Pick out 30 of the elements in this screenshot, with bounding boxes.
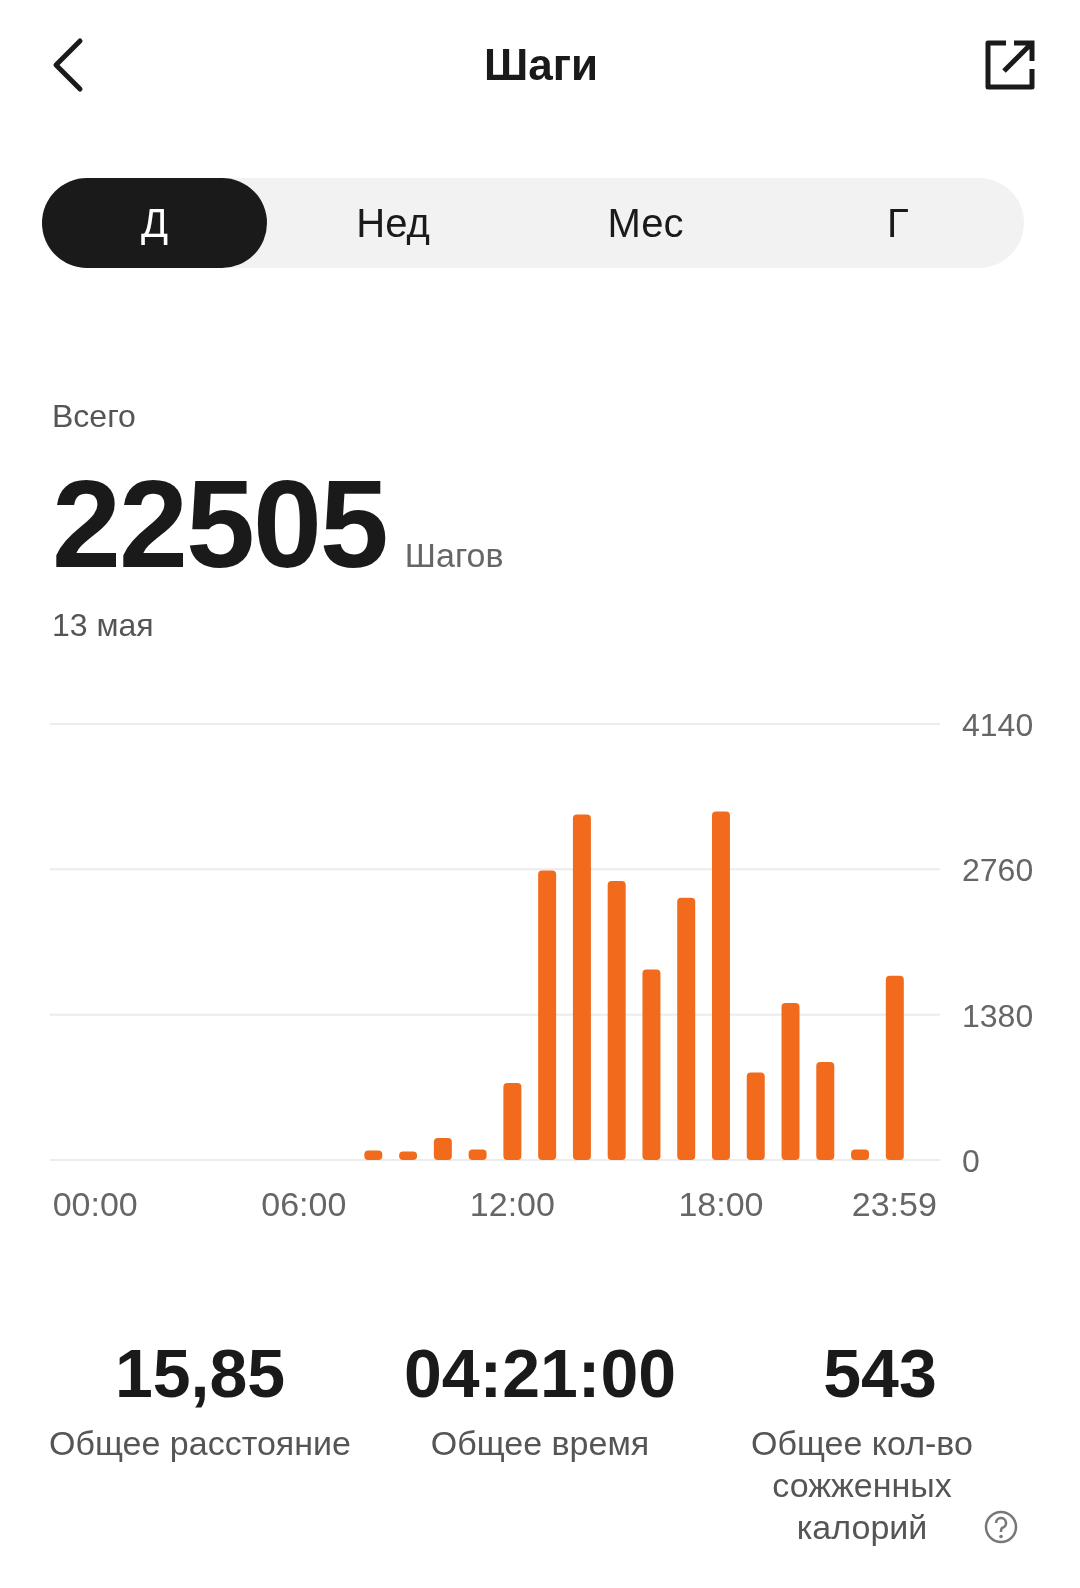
- step-bar: [851, 1149, 870, 1160]
- step-count: 22505: [52, 454, 387, 595]
- page-title: Шаги: [483, 40, 599, 90]
- step-bar: [399, 1151, 418, 1160]
- step-bar: [364, 1150, 383, 1160]
- period-tab[interactable]: Г: [771, 178, 1024, 268]
- step-bar: [433, 1137, 452, 1160]
- x-tick-label: 06:00: [261, 1185, 347, 1223]
- total-label: Всего: [52, 398, 137, 435]
- step-unit: Шагов: [404, 536, 504, 575]
- x-tick-label: 00:00: [52, 1185, 138, 1223]
- stat-label: Общее кол-во сожженных калорий: [750, 1423, 974, 1548]
- stat-value: 04:21:00: [403, 1334, 677, 1412]
- step-bar: [468, 1149, 487, 1160]
- x-tick-label: 12:00: [469, 1185, 555, 1223]
- y-tick-label: 0: [962, 1143, 980, 1179]
- y-tick-label: 1380: [962, 997, 1034, 1034]
- y-tick-label: 2760: [962, 852, 1034, 889]
- date-label: 13 мая: [52, 607, 155, 644]
- period-tab[interactable]: Д: [42, 178, 267, 268]
- y-tick-label: 4140: [962, 707, 1034, 743]
- stat-label: Общее время: [430, 1424, 650, 1462]
- help-icon[interactable]: [984, 1510, 1018, 1544]
- stat-value: 15,85: [114, 1334, 286, 1412]
- stat-label: Общее расстояние: [49, 1424, 351, 1462]
- period-tab[interactable]: Мес: [519, 178, 772, 268]
- x-tick-label: 18:00: [678, 1185, 764, 1223]
- period-tab[interactable]: Нед: [267, 178, 520, 268]
- stat-value: 543: [823, 1334, 937, 1412]
- x-tick-label: 23:59: [851, 1185, 937, 1223]
